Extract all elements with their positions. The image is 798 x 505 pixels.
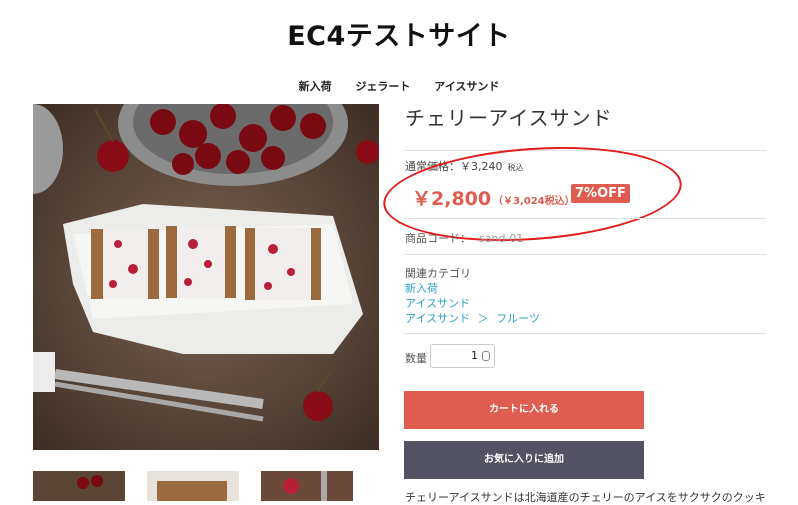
nav-item-ice-sandwich[interactable]: アイスサンド [434, 80, 499, 93]
product-main-image[interactable] [33, 104, 379, 450]
category-path-child[interactable]: フルーツ [496, 312, 540, 325]
quantity-value: 1 [471, 349, 478, 362]
category-path-parent[interactable]: アイスサンド [405, 312, 470, 325]
category-path-separator: ＞ [477, 312, 489, 325]
product-description: チェリーアイスサンドは北海道産のチェリーのアイスをサクサクのクッキ [405, 491, 766, 504]
quantity-label: 数量 [405, 352, 427, 365]
category-link-ice-sandwich[interactable]: アイスサンド [405, 295, 470, 311]
site-title[interactable]: EC4テストサイト [0, 14, 798, 53]
add-to-cart-button[interactable]: カートに入れる [404, 391, 644, 429]
product-code: 商品コード： sand-01 [405, 230, 523, 246]
divider [404, 254, 766, 255]
global-nav: 新入荷 ジェラート アイスサンド [0, 78, 798, 94]
product-title: チェリーアイスサンド [405, 106, 613, 130]
thumbnail-1[interactable] [33, 471, 125, 501]
thumbnail-3[interactable] [261, 471, 353, 501]
product-code-value: sand-01 [479, 232, 524, 245]
category-path: アイスサンド ＞ フルーツ [405, 310, 540, 326]
add-to-favorites-button[interactable]: お気に入りに追加 [404, 441, 644, 479]
product-code-label: 商品コード： [405, 232, 471, 245]
related-category-title: 関連カテゴリ [405, 267, 471, 280]
thumbnail-2[interactable] [147, 471, 239, 501]
nav-item-new[interactable]: 新入荷 [299, 80, 332, 93]
divider [404, 333, 766, 334]
category-link-new[interactable]: 新入荷 [405, 280, 438, 296]
divider [404, 218, 766, 219]
updown-stepper-icon[interactable] [482, 351, 490, 361]
quantity-input[interactable]: 1 [430, 344, 495, 368]
nav-item-gelato[interactable]: ジェラート [355, 80, 410, 93]
